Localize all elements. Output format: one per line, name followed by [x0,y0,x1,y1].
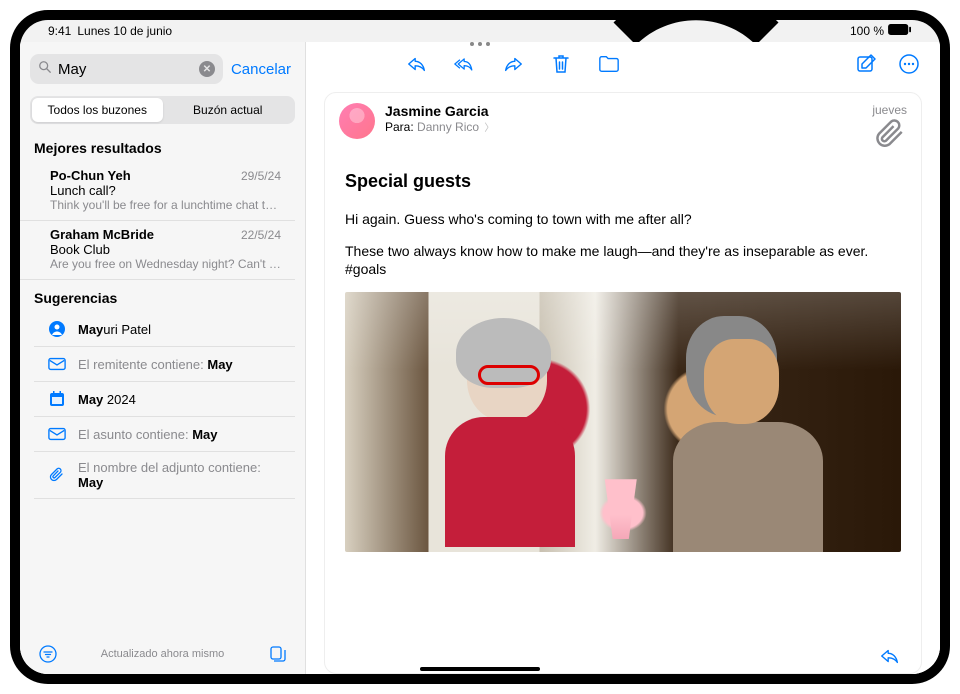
suggestions-header: Sugerencias [20,280,305,312]
filter-icon[interactable] [38,644,58,664]
top-hits-header: Mejores resultados [20,130,305,162]
envelope-icon [48,355,66,373]
search-icon [38,60,52,79]
to-label: Para: [385,120,414,134]
result-preview: Are you free on Wednesday night? Can't w… [50,257,281,271]
search-text: May [58,61,193,78]
sidebar: May Cancelar Todos los buzones Buzón act… [20,42,306,674]
folder-icon[interactable] [598,53,620,75]
device-frame: 9:41 Lunes 10 de junio 100 % [10,10,950,684]
result-sender: Po-Chun Yeh [50,168,131,183]
message-pane: Jasmine Garcia Para: Danny Rico 〉 jueves [306,42,940,674]
suggestion-item[interactable]: El remitente contiene: May [34,347,295,382]
reply-all-icon[interactable] [454,53,476,75]
result-date: 22/5/24 [241,228,281,242]
suggestion-item[interactable]: Mayuri Patel [34,312,295,347]
status-time: 9:41 [48,24,71,38]
suggestion-text: El nombre del adjunto contiene: May [78,460,281,490]
search-result-item[interactable]: Graham McBride 22/5/24 Book Club Are you… [20,221,295,280]
message-body-2: These two always know how to make me lau… [345,242,901,278]
search-result-item[interactable]: Po-Chun Yeh 29/5/24 Lunch call? Think yo… [20,162,295,221]
attached-photo[interactable] [345,292,901,552]
reply-icon[interactable] [406,53,428,75]
forward-icon[interactable] [502,53,524,75]
suggestion-item[interactable]: El nombre del adjunto contiene: May [34,452,295,499]
status-bar: 9:41 Lunes 10 de junio 100 % [20,20,940,42]
clear-search-icon[interactable] [199,61,215,77]
recipient-name: Danny Rico [417,120,479,134]
avatar[interactable] [339,103,375,139]
paperclip-icon [48,466,66,484]
message-body-1: Hi again. Guess who's coming to town wit… [345,210,901,228]
screen: 9:41 Lunes 10 de junio 100 % [20,20,940,674]
to-line[interactable]: Para: Danny Rico 〉 [385,119,862,134]
toolbar [306,42,940,86]
chevron-right-icon: 〉 [484,123,494,134]
message-subject: Special guests [345,171,901,192]
result-subject: Lunch call? [50,183,281,198]
suggestion-item[interactable]: May 2024 [34,382,295,417]
mailboxes-icon[interactable] [267,644,287,664]
suggestion-text: May 2024 [78,392,136,407]
sender-name: Jasmine Garcia [385,103,862,119]
suggestion-text: El asunto contiene: May [78,427,218,442]
quick-reply-icon[interactable] [879,645,901,667]
envelope-icon [48,425,66,443]
sync-status: Actualizado ahora mismo [101,648,225,660]
suggestion-text: El remitente contiene: May [78,357,233,372]
trash-icon[interactable] [550,53,572,75]
compose-icon[interactable] [856,53,878,75]
suggestion-text: Mayuri Patel [78,322,151,337]
result-sender: Graham McBride [50,227,154,242]
battery-icon [888,24,912,38]
result-preview: Think you'll be free for a lunchtime cha… [50,198,281,212]
result-subject: Book Club [50,242,281,257]
message-date: jueves [872,103,907,117]
home-indicator[interactable] [420,667,540,671]
suggestion-item[interactable]: El asunto contiene: May [34,417,295,452]
message-header[interactable]: Jasmine Garcia Para: Danny Rico 〉 jueves [325,93,921,161]
multitask-indicator[interactable] [470,42,490,46]
search-input[interactable]: May [30,54,223,84]
scope-segmented-control[interactable]: Todos los buzones Buzón actual [30,96,295,124]
battery-text: 100 % [850,24,884,38]
person-icon [48,320,66,338]
segment-current-mailbox[interactable]: Buzón actual [163,98,294,122]
message-card: Jasmine Garcia Para: Danny Rico 〉 jueves [324,92,922,674]
attachment-icon [872,117,907,155]
calendar-icon [48,390,66,408]
cancel-button[interactable]: Cancelar [231,61,295,78]
segment-all-mailboxes[interactable]: Todos los buzones [32,98,163,122]
status-date: Lunes 10 de junio [77,24,172,38]
more-icon[interactable] [898,53,920,75]
result-date: 29/5/24 [241,169,281,183]
